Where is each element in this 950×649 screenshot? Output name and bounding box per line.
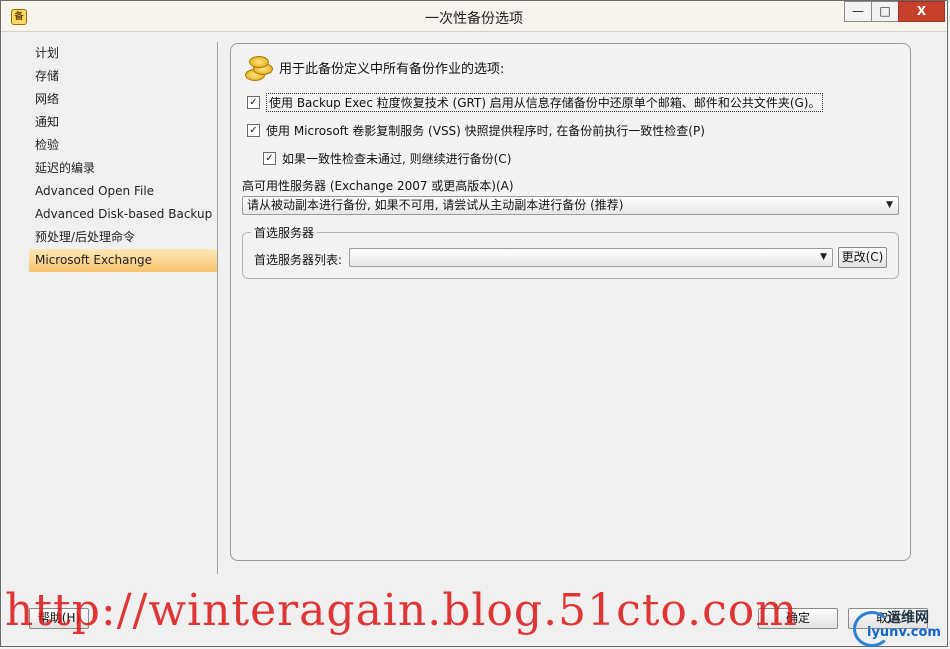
nav-item-network[interactable]: 网络: [29, 88, 217, 111]
preferred-server-list-label: 首选服务器列表:: [254, 253, 343, 267]
continue-on-fail-label: 如果一致性检查未通过, 则继续进行备份(C): [282, 151, 512, 166]
nav-item-advanced-disk-backup[interactable]: Advanced Disk-based Backup: [29, 203, 217, 226]
options-nav: 计划 存储 网络 通知 检验 延迟的编录 Advanced Open File …: [29, 42, 217, 572]
change-button[interactable]: 更改(C): [838, 247, 887, 268]
logo-top-text: 运维网: [887, 610, 929, 626]
nav-item-advanced-open-file[interactable]: Advanced Open File: [29, 180, 217, 203]
ha-server-select[interactable]: 请从被动副本进行备份, 如果不可用, 请尝试从主动副本进行备份 (推荐) ▼: [242, 196, 899, 215]
preferred-server-group: 首选服务器 首选服务器列表: ▼ 更改(C): [242, 224, 899, 279]
logo-bottom-text: iyunv.com: [867, 625, 941, 640]
site-logo: 运维网 iyunv.com: [853, 607, 947, 647]
nav-item-pre-post-commands[interactable]: 预处理/后处理命令: [29, 226, 217, 249]
preferred-server-group-label: 首选服务器: [251, 224, 318, 241]
vss-option[interactable]: ✓ 使用 Microsoft 卷影复制服务 (VSS) 快照提供程序时, 在备份…: [247, 121, 705, 139]
preferred-server-select[interactable]: ▼: [349, 248, 833, 267]
url-watermark: http://winteragain.blog.51cto.com: [5, 585, 798, 636]
continue-on-fail-option[interactable]: ✓ 如果一致性检查未通过, 则继续进行备份(C): [263, 149, 511, 167]
grt-option[interactable]: ✓ 使用 Backup Exec 粒度恢复技术 (GRT) 启用从信息存储备份中…: [247, 92, 824, 112]
nav-item-microsoft-exchange[interactable]: Microsoft Exchange: [29, 249, 217, 272]
close-button[interactable]: X: [898, 1, 945, 22]
nav-item-verify[interactable]: 检验: [29, 134, 217, 157]
coins-icon: [243, 53, 273, 81]
grt-checkbox[interactable]: ✓: [247, 95, 260, 109]
ha-server-label: 高可用性服务器 (Exchange 2007 或更高版本)(A): [242, 179, 514, 193]
nav-item-deferred-catalog[interactable]: 延迟的编录: [29, 157, 217, 180]
maximize-button[interactable]: □: [871, 1, 898, 22]
exchange-options-panel: 用于此备份定义中所有备份作业的选项: ✓ 使用 Backup Exec 粒度恢复…: [230, 43, 911, 561]
title-bar[interactable]: 备 一次性备份选项 — □ X: [1, 1, 947, 32]
panel-header: 用于此备份定义中所有备份作业的选项:: [243, 53, 504, 81]
nav-divider: [217, 42, 218, 574]
dialog-window: 备 一次性备份选项 — □ X 计划 存储 网络 通知 检验 延迟的编录 Adv…: [0, 0, 948, 647]
grt-label: 使用 Backup Exec 粒度恢复技术 (GRT) 启用从信息存储备份中还原…: [266, 92, 824, 112]
window-title: 一次性备份选项: [425, 11, 523, 27]
chevron-down-icon: ▼: [820, 252, 827, 262]
nav-item-storage[interactable]: 存储: [29, 65, 217, 88]
vss-label: 使用 Microsoft 卷影复制服务 (VSS) 快照提供程序时, 在备份前执…: [266, 123, 705, 138]
minimize-button[interactable]: —: [844, 1, 871, 22]
chevron-down-icon: ▼: [886, 200, 893, 210]
nav-item-schedule[interactable]: 计划: [29, 42, 217, 65]
nav-item-notification[interactable]: 通知: [29, 111, 217, 134]
vss-checkbox[interactable]: ✓: [247, 123, 260, 137]
ha-server-value: 请从被动副本进行备份, 如果不可用, 请尝试从主动副本进行备份 (推荐): [247, 198, 624, 212]
continue-on-fail-checkbox[interactable]: ✓: [263, 151, 276, 165]
panel-title: 用于此备份定义中所有备份作业的选项:: [279, 61, 505, 77]
